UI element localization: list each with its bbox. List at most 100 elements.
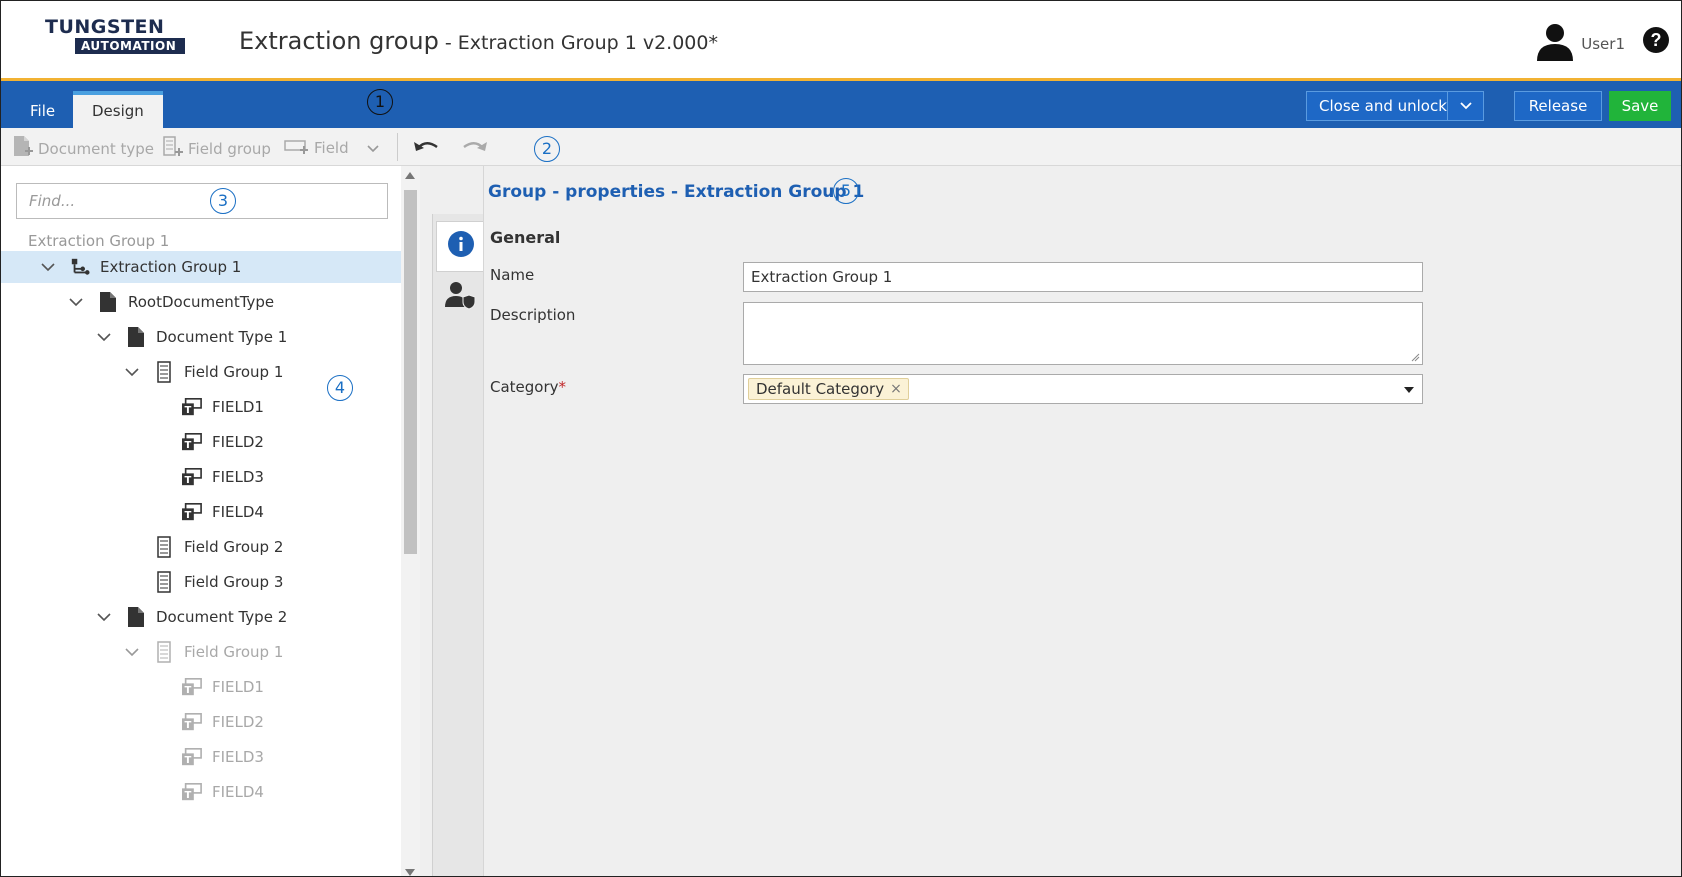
scroll-up-icon[interactable]	[405, 172, 415, 179]
tree-item[interactable]: Field Group 2	[1, 531, 401, 563]
info-tab[interactable]	[436, 221, 484, 272]
add-field-group-label: Field group	[188, 140, 271, 158]
tree-item[interactable]: Document Type 2	[1, 601, 401, 633]
name-label: Name	[490, 266, 535, 284]
chevron-down-icon[interactable]	[124, 364, 140, 380]
svg-text:T: T	[184, 790, 191, 801]
tree-item[interactable]: Field Group 1	[1, 356, 401, 388]
panel-divider	[483, 166, 484, 876]
tree-item-label: Field Group 3	[184, 573, 284, 591]
help-icon[interactable]: ?	[1643, 27, 1669, 53]
close-and-unlock-label: Close and unlock	[1319, 97, 1447, 115]
text-field-icon: T	[182, 712, 202, 732]
tree-item-label: FIELD2	[212, 713, 264, 731]
svg-text:T: T	[184, 755, 191, 766]
scroll-down-icon[interactable]	[405, 869, 415, 876]
tree-item-label: FIELD1	[212, 678, 264, 696]
app-window: TUNGSTEN AUTOMATION Extraction group - E…	[0, 0, 1682, 877]
tab-file[interactable]: File	[11, 93, 74, 130]
callout-1: 1	[367, 89, 393, 115]
chevron-down-icon[interactable]	[1447, 92, 1483, 120]
tree-item[interactable]: T FIELD3	[1, 741, 401, 773]
svg-text:T: T	[184, 720, 191, 731]
text-field-icon: T	[182, 782, 202, 802]
chevron-down-icon[interactable]	[367, 139, 379, 157]
callout-5: 5	[833, 178, 859, 204]
user-name: User1	[1581, 34, 1625, 53]
svg-text:T: T	[184, 405, 191, 416]
text-field-icon: T	[182, 677, 202, 697]
tree-item-label: FIELD4	[212, 783, 264, 801]
tree-item[interactable]: RootDocumentType	[1, 286, 401, 318]
add-document-icon	[12, 135, 34, 163]
tree-item[interactable]: Extraction Group 1	[1, 251, 401, 283]
text-field-icon: T	[182, 467, 202, 487]
category-label: Category*	[490, 378, 566, 396]
find-input[interactable]: Find...	[16, 183, 388, 219]
add-field-group-button[interactable]: Field group	[162, 135, 271, 163]
dropdown-caret-icon[interactable]	[1404, 387, 1414, 393]
field-group-icon	[154, 536, 174, 558]
tree-item-label: Document Type 1	[156, 328, 288, 346]
tree-item-label: FIELD4	[212, 503, 264, 521]
tree-scrollbar[interactable]	[401, 166, 420, 876]
tree-item[interactable]: T FIELD4	[1, 776, 401, 808]
text-field-icon: T	[182, 502, 202, 522]
undo-button[interactable]	[412, 136, 440, 160]
tree-item[interactable]: Field Group 1	[1, 636, 401, 668]
chevron-down-icon[interactable]	[124, 644, 140, 660]
page-title-main: Extraction group	[239, 27, 439, 55]
callout-2: 2	[534, 136, 560, 162]
add-field-button[interactable]: Field	[284, 135, 379, 161]
resize-grip-icon[interactable]	[1410, 352, 1420, 362]
svg-text:T: T	[184, 510, 191, 521]
tab-design[interactable]: Design	[73, 91, 163, 128]
description-label: Description	[490, 306, 576, 324]
tree-item[interactable]: T FIELD3	[1, 461, 401, 493]
add-field-icon	[284, 135, 310, 161]
tree-item[interactable]: T FIELD4	[1, 496, 401, 528]
tree-item[interactable]: T FIELD1	[1, 671, 401, 703]
category-select[interactable]: Default Category ×	[743, 374, 1423, 404]
tree-item[interactable]: Document Type 1	[1, 321, 401, 353]
app-header: TUNGSTEN AUTOMATION Extraction group - E…	[1, 1, 1681, 81]
save-button[interactable]: Save	[1609, 91, 1671, 121]
release-button[interactable]: Release	[1514, 91, 1602, 121]
user-menu[interactable]: User1	[1535, 21, 1625, 66]
tree-item-label: Document Type 2	[156, 608, 288, 626]
redo-icon	[461, 136, 489, 160]
chevron-down-icon[interactable]	[68, 294, 84, 310]
user-shield-icon	[444, 280, 476, 315]
chevron-down-icon[interactable]	[96, 329, 112, 345]
text-field-icon: T	[182, 397, 202, 417]
tree-item[interactable]: T FIELD1	[1, 391, 401, 423]
breadcrumb: Extraction Group 1	[28, 232, 170, 250]
close-and-unlock-button[interactable]: Close and unlock	[1306, 91, 1484, 121]
remove-chip-icon[interactable]: ×	[890, 381, 902, 397]
document-icon	[98, 292, 118, 312]
redo-button[interactable]	[461, 136, 489, 160]
svg-text:T: T	[184, 685, 191, 696]
tungsten-logo: TUNGSTEN AUTOMATION	[45, 17, 185, 55]
tree-item[interactable]: Field Group 3	[1, 566, 401, 598]
logo-wordmark-top: TUNGSTEN	[45, 16, 165, 38]
tree-item-label: Field Group 1	[184, 643, 284, 661]
add-document-type-button[interactable]: Document type	[12, 135, 154, 163]
tree-item-label: FIELD3	[212, 468, 264, 486]
info-icon	[447, 230, 475, 263]
add-field-group-icon	[162, 135, 184, 163]
tree-item-label: FIELD2	[212, 433, 264, 451]
section-general: General	[490, 228, 561, 247]
required-marker: *	[558, 378, 567, 396]
chevron-down-icon[interactable]	[40, 259, 56, 275]
document-icon	[126, 607, 146, 627]
permissions-tab[interactable]	[436, 272, 484, 323]
category-chip: Default Category ×	[748, 378, 909, 400]
page-title-subtitle: - Extraction Group 1 v2.000*	[438, 32, 718, 54]
chevron-down-icon[interactable]	[96, 609, 112, 625]
scrollbar-thumb[interactable]	[404, 190, 417, 554]
name-field[interactable]: Extraction Group 1	[743, 262, 1423, 292]
tree-item[interactable]: T FIELD2	[1, 426, 401, 458]
description-field[interactable]	[743, 302, 1423, 365]
tree-item[interactable]: T FIELD2	[1, 706, 401, 738]
